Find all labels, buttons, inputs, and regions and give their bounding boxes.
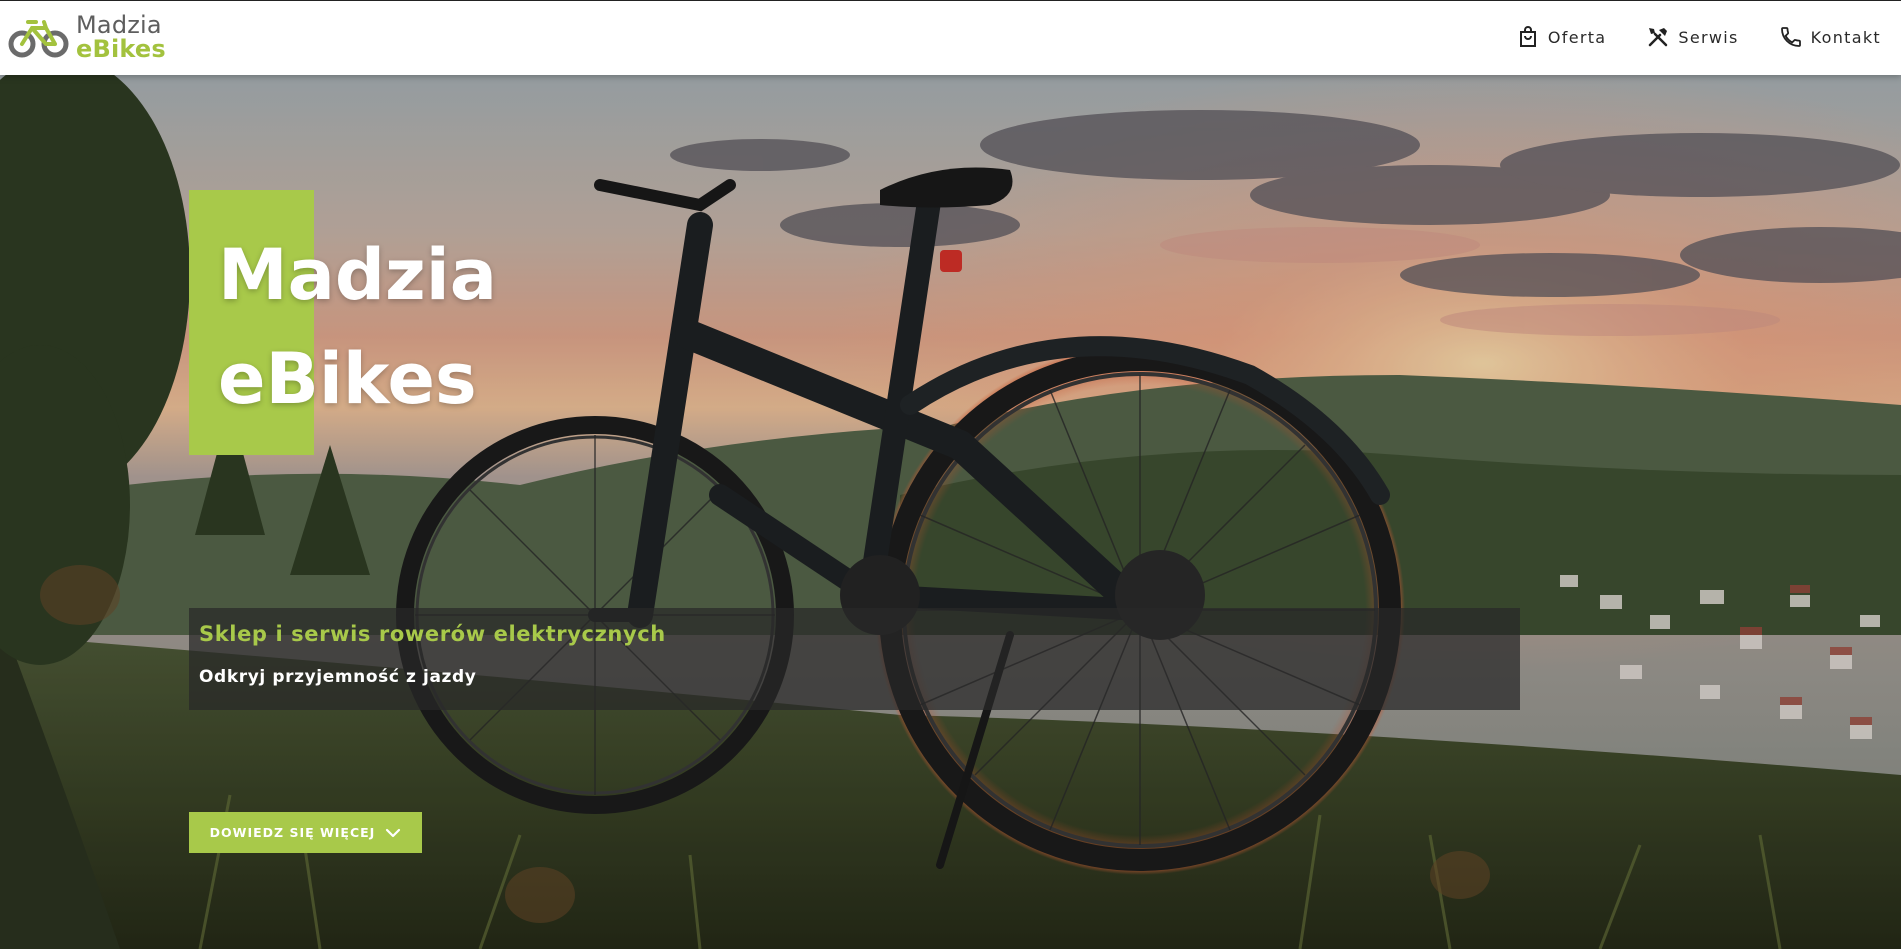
phone-icon [1780, 27, 1801, 47]
brand-name-line2: eBikes [76, 35, 166, 63]
learn-more-label: DOWIEDZ SIĘ WIĘCEJ [209, 825, 376, 840]
main-navigation: Oferta Serwis Kontakt [1516, 25, 1881, 49]
tools-icon [1649, 28, 1668, 47]
nav-item-serwis[interactable]: Serwis [1646, 25, 1738, 49]
nav-item-oferta[interactable]: Oferta [1516, 25, 1607, 49]
hero-title-line2: eBikes [218, 338, 477, 420]
nav-label-oferta: Oferta [1547, 27, 1607, 47]
brand-wordmark: Madzia eBikes [76, 13, 166, 61]
hero-title: Madzia eBikes [218, 223, 638, 431]
tagline-panel: Sklep i serwis rowerów elektrycznych Odk… [189, 608, 1520, 710]
hero-title-line1: Madzia [218, 234, 497, 316]
chevron-down-icon [386, 828, 401, 837]
nav-label-serwis: Serwis [1678, 27, 1739, 47]
bicycle-logo-icon [8, 20, 69, 58]
nav-label-kontakt: Kontakt [1810, 27, 1881, 47]
hero-subtagline: Odkryj przyjemność z jazdy [199, 667, 477, 687]
hero-tagline: Sklep i serwis rowerów elektrycznych [199, 622, 666, 646]
learn-more-button[interactable]: DOWIEDZ SIĘ WIĘCEJ [189, 812, 422, 853]
brand-name-line1: Madzia [76, 11, 162, 39]
shopping-bag-icon [1519, 26, 1536, 47]
hero-section: Madzia eBikes Sklep i serwis rowerów ele… [0, 75, 1901, 949]
brand-logo-link[interactable]: Madzia eBikes [8, 13, 166, 61]
nav-item-kontakt[interactable]: Kontakt [1779, 25, 1881, 49]
site-header: Madzia eBikes Oferta Serwis Kontakt [0, 0, 1901, 75]
